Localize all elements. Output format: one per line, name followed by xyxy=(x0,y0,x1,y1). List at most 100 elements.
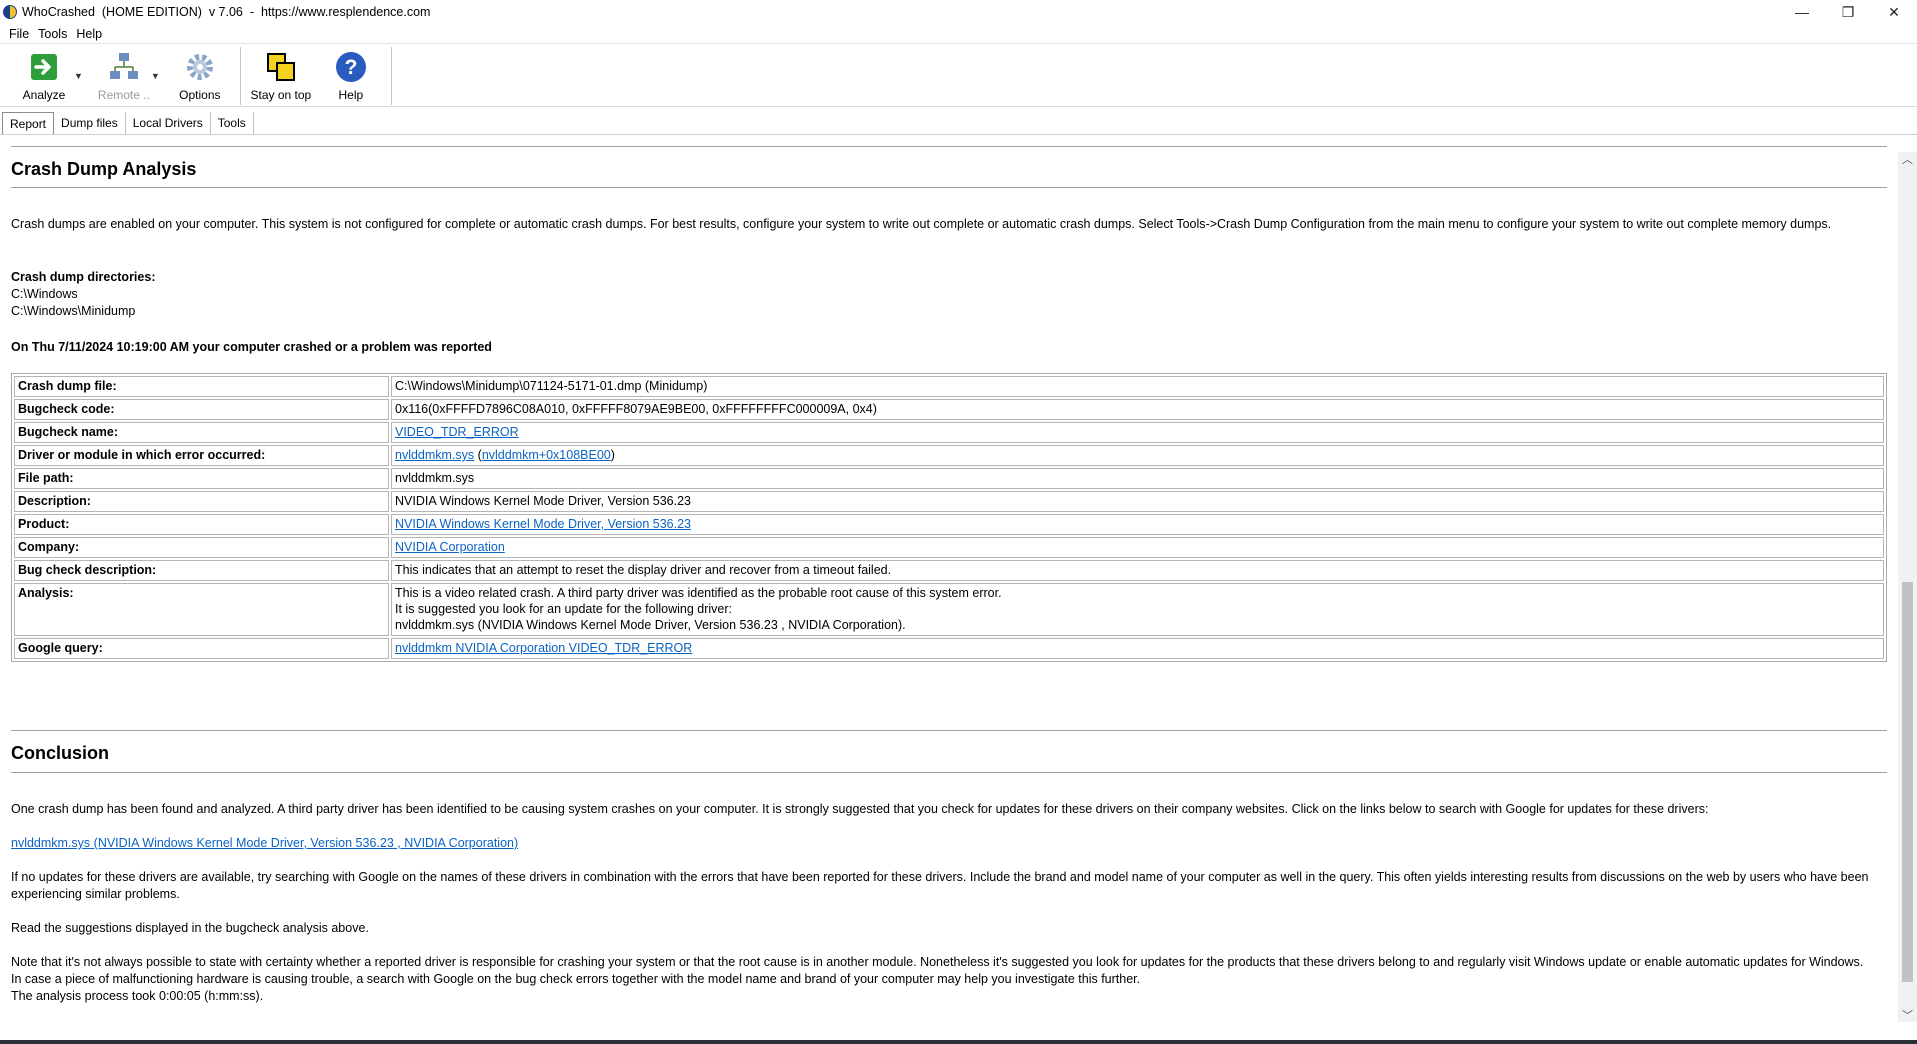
intro-text: Crash dumps are enabled on your computer… xyxy=(11,217,1832,231)
table-row: Google query: nvlddmkm NVIDIA Corporatio… xyxy=(14,638,1884,659)
module-offset-link[interactable]: nvlddmkm+0x108BE00 xyxy=(482,448,611,462)
stay-on-top-button[interactable]: Stay on top xyxy=(247,50,315,102)
title-bar: WhoCrashed (HOME EDITION) v 7.06 - https… xyxy=(0,0,1917,24)
minimize-button[interactable]: — xyxy=(1779,0,1825,24)
row-value: nvlddmkm.sys xyxy=(391,468,1884,489)
options-label: Options xyxy=(179,88,221,102)
dump-dir: C:\Windows xyxy=(11,287,78,301)
row-value: NVIDIA Windows Kernel Mode Driver, Versi… xyxy=(391,491,1884,512)
remote-button[interactable]: Remote .. xyxy=(93,50,155,102)
company-link[interactable]: NVIDIA Corporation xyxy=(395,540,505,554)
close-button[interactable]: ✕ xyxy=(1871,0,1917,24)
row-value: This indicates that an attempt to reset … xyxy=(391,560,1884,581)
help-button[interactable]: ? Help xyxy=(325,50,377,102)
row-label: Description: xyxy=(14,491,389,512)
divider xyxy=(11,772,1887,773)
scroll-down-icon[interactable]: ﹀ xyxy=(1898,1008,1917,1022)
menu-bar: File Tools Help xyxy=(0,24,1917,44)
minimize-icon: — xyxy=(1795,4,1809,20)
table-row: Bugcheck name: VIDEO_TDR_ERROR xyxy=(14,422,1884,443)
table-row: Driver or module in which error occurred… xyxy=(14,445,1884,466)
row-value: ( xyxy=(474,448,482,462)
scrollbar-thumb[interactable] xyxy=(1902,582,1913,982)
crash-details-table: Crash dump file: C:\Windows\Minidump\071… xyxy=(11,373,1887,662)
row-label: File path: xyxy=(14,468,389,489)
tab-dump-files[interactable]: Dump files xyxy=(54,112,126,134)
analyze-icon xyxy=(27,50,61,84)
tab-divider xyxy=(0,134,1917,135)
tab-local-drivers[interactable]: Local Drivers xyxy=(126,112,211,134)
analyze-button[interactable]: Analyze xyxy=(8,50,80,102)
conclusion-text: One crash dump has been found and analyz… xyxy=(11,802,1709,816)
conclusion-heading: Conclusion xyxy=(11,743,109,763)
stay-on-top-label: Stay on top xyxy=(250,88,312,102)
help-icon: ? xyxy=(334,50,368,84)
row-label: Driver or module in which error occurred… xyxy=(14,445,389,466)
row-label: Company: xyxy=(14,537,389,558)
dump-dir: C:\Windows\Minidump xyxy=(11,304,136,318)
table-row: Product: NVIDIA Windows Kernel Mode Driv… xyxy=(14,514,1884,535)
row-value: 0x116(0xFFFFD7896C08A010, 0xFFFFF8079AE9… xyxy=(391,399,1884,420)
crash-event-line: On Thu 7/11/2024 10:19:00 AM your comput… xyxy=(11,340,492,354)
network-icon xyxy=(107,50,141,84)
bugcheck-name-link[interactable]: VIDEO_TDR_ERROR xyxy=(395,425,519,439)
divider xyxy=(11,146,1887,147)
row-value: C:\Windows\Minidump\071124-5171-01.dmp (… xyxy=(391,376,1884,397)
toolbar-separator xyxy=(390,47,392,105)
google-query-link[interactable]: nvlddmkm NVIDIA Corporation VIDEO_TDR_ER… xyxy=(395,641,692,655)
row-label: Bugcheck name: xyxy=(14,422,389,443)
table-row: Company: NVIDIA Corporation xyxy=(14,537,1884,558)
product-link[interactable]: NVIDIA Windows Kernel Mode Driver, Versi… xyxy=(395,517,691,531)
table-row: File path: nvlddmkm.sys xyxy=(14,468,1884,489)
window-title: WhoCrashed (HOME EDITION) v 7.06 - https… xyxy=(22,5,431,19)
row-label: Bug check description: xyxy=(14,560,389,581)
svg-text:?: ? xyxy=(344,56,357,79)
divider xyxy=(11,730,1887,731)
tab-strip: Report Dump files Local Drivers Tools xyxy=(0,112,1917,135)
analysis-line: nvlddmkm.sys (NVIDIA Windows Kernel Mode… xyxy=(395,618,906,632)
scroll-up-icon[interactable]: ︿ xyxy=(1898,152,1917,166)
analysis-line: It is suggested you look for an update f… xyxy=(395,602,732,616)
vertical-scrollbar[interactable]: ︿ ﹀ xyxy=(1898,152,1917,1022)
report-view: Crash Dump Analysis Crash dumps are enab… xyxy=(0,136,1898,1034)
menu-help[interactable]: Help xyxy=(76,27,102,41)
crash-dump-heading: Crash Dump Analysis xyxy=(11,159,197,179)
row-label: Google query: xyxy=(14,638,389,659)
toolbar-separator xyxy=(239,47,241,105)
divider xyxy=(11,187,1887,188)
table-row: Bug check description: This indicates th… xyxy=(14,560,1884,581)
driver-link[interactable]: nvlddmkm.sys xyxy=(395,448,474,462)
analyze-dropdown-icon[interactable]: ▼ xyxy=(74,71,83,81)
taskbar-edge xyxy=(0,1040,1917,1044)
conclusion-text: If no updates for these drivers are avai… xyxy=(11,870,1869,901)
tab-report[interactable]: Report xyxy=(2,112,55,134)
row-label: Analysis: xyxy=(14,583,389,636)
analysis-duration: The analysis process took 0:00:05 (h:mm:… xyxy=(11,989,264,1003)
restore-icon: ❐ xyxy=(1841,3,1855,20)
options-button[interactable]: Options xyxy=(172,50,228,102)
remote-dropdown-icon[interactable]: ▼ xyxy=(151,71,160,81)
conclusion-text: Note that it's not always possible to st… xyxy=(11,955,1864,986)
gear-icon xyxy=(183,50,217,84)
app-icon xyxy=(3,5,17,19)
restore-button[interactable]: ❐ xyxy=(1825,0,1871,24)
tab-tools[interactable]: Tools xyxy=(211,112,254,134)
table-row: Analysis: This is a video related crash.… xyxy=(14,583,1884,636)
conclusion-text: Read the suggestions displayed in the bu… xyxy=(11,921,369,935)
analysis-line: This is a video related crash. A third p… xyxy=(395,586,1002,600)
toolbar: Analyze ▼ Remote .. ▼ Options Stay on to… xyxy=(0,45,1917,107)
table-row: Description: NVIDIA Windows Kernel Mode … xyxy=(14,491,1884,512)
row-label: Bugcheck code: xyxy=(14,399,389,420)
table-row: Bugcheck code: 0x116(0xFFFFD7896C08A010,… xyxy=(14,399,1884,420)
close-icon: ✕ xyxy=(1888,3,1900,20)
stay-on-top-icon xyxy=(264,50,298,84)
table-row: Crash dump file: C:\Windows\Minidump\071… xyxy=(14,376,1884,397)
dump-dirs-label: Crash dump directories: xyxy=(11,270,156,284)
menu-tools[interactable]: Tools xyxy=(38,27,67,41)
driver-update-link[interactable]: nvlddmkm.sys (NVIDIA Windows Kernel Mode… xyxy=(11,836,518,850)
remote-label: Remote .. xyxy=(97,88,150,102)
menu-file[interactable]: File xyxy=(9,27,29,41)
help-label: Help xyxy=(338,88,364,102)
row-label: Crash dump file: xyxy=(14,376,389,397)
row-value: ) xyxy=(610,448,615,462)
